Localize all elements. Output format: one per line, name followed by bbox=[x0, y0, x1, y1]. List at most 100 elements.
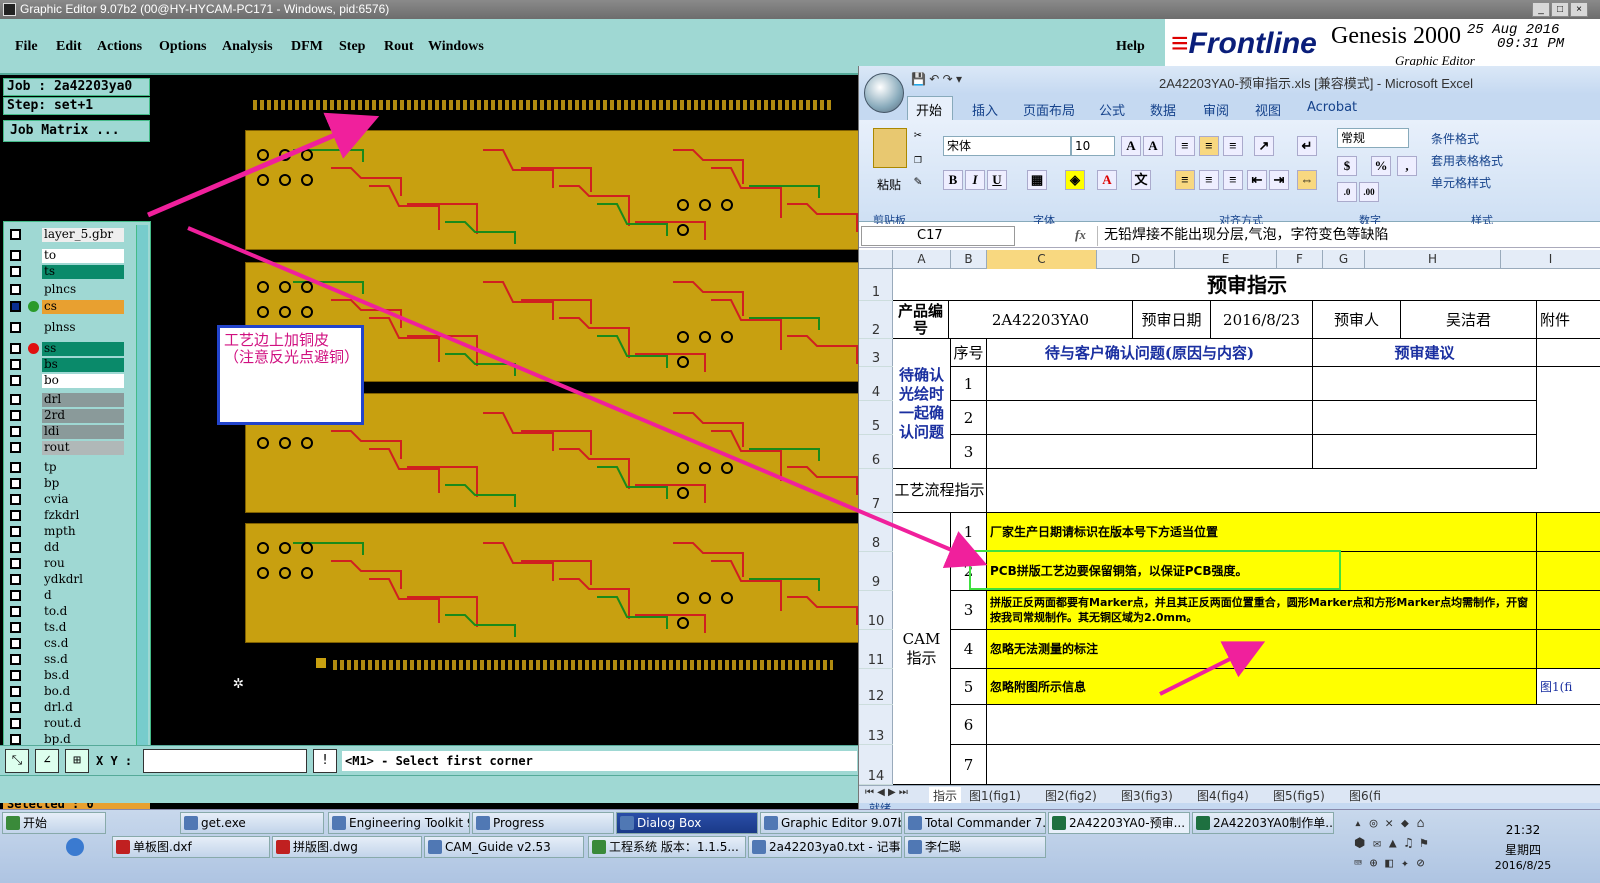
layer-row[interactable]: rou bbox=[6, 556, 124, 571]
date-label[interactable]: 预审日期 bbox=[1133, 301, 1211, 339]
row-header[interactable]: 12 bbox=[859, 669, 893, 705]
quick-access-icons[interactable]: 💾 ↶ ↷ ▾ bbox=[911, 72, 962, 86]
layer-checkbox[interactable] bbox=[10, 670, 21, 681]
paste-label[interactable]: 粘贴 bbox=[877, 176, 901, 193]
attach-label[interactable]: 附件 bbox=[1537, 301, 1600, 339]
seq-cell[interactable]: 1 bbox=[951, 367, 987, 401]
copy-icon[interactable]: ❐ bbox=[914, 152, 922, 167]
layer-checkbox[interactable] bbox=[10, 702, 21, 713]
layer-checkbox[interactable] bbox=[10, 510, 21, 521]
cam-item[interactable]: 忽略附图所示信息 bbox=[987, 669, 1537, 705]
issue-cell[interactable] bbox=[987, 435, 1313, 469]
row-header[interactable]: 8 bbox=[859, 513, 893, 552]
alert-icon[interactable]: ! bbox=[313, 749, 337, 773]
font-color-icon[interactable]: A bbox=[1097, 170, 1117, 190]
taskbar-item[interactable]: 工程系统 版本：1.1.5... bbox=[588, 836, 746, 858]
fx-icon[interactable]: fx bbox=[1075, 227, 1086, 243]
row-header[interactable]: 3 bbox=[859, 339, 893, 367]
bold-icon[interactable]: B bbox=[943, 170, 963, 190]
layer-row[interactable]: fzkdrl bbox=[6, 508, 124, 523]
sheet-title[interactable]: 预审指示 bbox=[893, 269, 1600, 301]
layer-checkbox[interactable] bbox=[10, 590, 21, 601]
merge-icon[interactable]: ⇔ bbox=[1297, 170, 1317, 190]
tab-formulas[interactable]: 公式 bbox=[1099, 100, 1125, 119]
layer-row[interactable]: cvia bbox=[6, 492, 124, 507]
menu-actions[interactable]: Actions bbox=[97, 39, 142, 55]
layer-row[interactable]: 2rd bbox=[6, 408, 124, 423]
increase-decimal-icon[interactable]: .0 bbox=[1337, 182, 1357, 202]
cam-num[interactable]: 6 bbox=[951, 705, 987, 745]
row-header[interactable]: 13 bbox=[859, 705, 893, 745]
row-header[interactable]: 9 bbox=[859, 552, 893, 591]
taskbar-item[interactable]: Dialog Box bbox=[616, 812, 758, 834]
row-header[interactable]: 5 bbox=[859, 401, 893, 435]
layer-row[interactable]: plncs bbox=[6, 282, 124, 297]
layer-checkbox[interactable] bbox=[10, 394, 21, 405]
layer-row[interactable]: ts bbox=[6, 264, 124, 279]
cell-styles-button[interactable]: 单元格样式 bbox=[1431, 174, 1491, 191]
row-header[interactable]: 14 bbox=[859, 745, 893, 785]
layer-row[interactable]: dd bbox=[6, 540, 124, 555]
indent-increase-icon[interactable]: ⇥ bbox=[1269, 170, 1289, 190]
issue-header[interactable]: 待与客户确认问题(原因与内容) bbox=[987, 339, 1313, 367]
tab-insert[interactable]: 插入 bbox=[972, 100, 998, 119]
taskbar-item[interactable]: CAM_Guide v2.53 bbox=[424, 836, 584, 858]
layer-row[interactable]: rout.d bbox=[6, 716, 124, 731]
zoom-fit-icon[interactable]: ⤡ bbox=[5, 749, 29, 773]
sheet-tab[interactable]: 图1(fig1) bbox=[969, 787, 1021, 804]
menu-edit[interactable]: Edit bbox=[56, 39, 82, 55]
indent-decrease-icon[interactable]: ⇤ bbox=[1247, 170, 1267, 190]
align-left-icon[interactable]: ≡ bbox=[1175, 170, 1195, 190]
layer-checkbox[interactable] bbox=[10, 266, 21, 277]
taskbar-item[interactable]: 单板图.dxf bbox=[112, 836, 270, 858]
layer-row[interactable]: ss.d bbox=[6, 652, 124, 667]
taskbar-item[interactable]: Graphic Editor 9.07b2 ... bbox=[760, 812, 902, 834]
select-all-corner[interactable] bbox=[859, 250, 893, 269]
layer-row[interactable]: to.d bbox=[6, 604, 124, 619]
confirm-label[interactable]: 待确认光绘时一起确认问题 bbox=[893, 339, 951, 469]
layer-checkbox[interactable] bbox=[10, 654, 21, 665]
tab-view[interactable]: 视图 bbox=[1255, 100, 1281, 119]
underline-icon[interactable]: U bbox=[987, 170, 1007, 190]
tab-page-layout[interactable]: 页面布局 bbox=[1023, 100, 1075, 119]
cam-empty[interactable] bbox=[987, 705, 1600, 745]
paste-icon[interactable] bbox=[873, 128, 907, 168]
layer-checkbox[interactable] bbox=[10, 606, 21, 617]
menu-analysis[interactable]: Analysis bbox=[222, 39, 273, 55]
cam-attach-cell[interactable] bbox=[1537, 513, 1600, 552]
layer-checkbox[interactable] bbox=[10, 301, 21, 312]
grid-icon[interactable]: ⊞ bbox=[65, 749, 89, 773]
seq-cell[interactable]: 2 bbox=[951, 401, 987, 435]
layer-checkbox[interactable] bbox=[10, 442, 21, 453]
shrink-font-icon[interactable]: A bbox=[1143, 136, 1163, 156]
layer-checkbox[interactable] bbox=[10, 322, 21, 333]
taskbar-item[interactable]: 2A42203YA0-预审... bbox=[1048, 812, 1190, 834]
taskbar-item[interactable]: Engineering Toolkit 9.... bbox=[328, 812, 470, 834]
column-header[interactable]: C bbox=[987, 250, 1097, 269]
column-header[interactable]: I bbox=[1501, 250, 1600, 269]
layer-checkbox[interactable] bbox=[10, 542, 21, 553]
sheet-nav-icons[interactable]: ⏮ ◀ ▶ ⏭ bbox=[865, 787, 908, 798]
column-header[interactable]: H bbox=[1365, 250, 1501, 269]
cam-label[interactable]: CAM指示 bbox=[893, 513, 951, 785]
menu-windows[interactable]: Windows bbox=[428, 39, 484, 55]
layer-row[interactable]: drl bbox=[6, 392, 124, 407]
currency-icon[interactable]: $ bbox=[1337, 156, 1357, 176]
sheet-tab[interactable]: 图2(fig2) bbox=[1045, 787, 1097, 804]
reviewer-label[interactable]: 预审人 bbox=[1313, 301, 1401, 339]
layer-row[interactable]: plnss bbox=[6, 320, 124, 335]
number-format-select[interactable]: 常规 bbox=[1337, 128, 1409, 148]
column-header[interactable]: B bbox=[951, 250, 987, 269]
wrap-text-icon[interactable]: ↵ bbox=[1297, 136, 1317, 156]
issue-cell[interactable] bbox=[987, 367, 1313, 401]
cam-num[interactable]: 1 bbox=[951, 513, 987, 552]
column-header[interactable]: G bbox=[1323, 250, 1365, 269]
percent-icon[interactable]: % bbox=[1371, 156, 1391, 176]
layer-checkbox[interactable] bbox=[10, 462, 21, 473]
measure-icon[interactable]: ∠ bbox=[35, 749, 59, 773]
align-center-icon[interactable]: ≡ bbox=[1199, 170, 1219, 190]
layer-row[interactable]: tp bbox=[6, 460, 124, 475]
column-header[interactable]: E bbox=[1175, 250, 1277, 269]
sheet-tab[interactable]: 图3(fig3) bbox=[1121, 787, 1173, 804]
menu-step[interactable]: Step bbox=[339, 39, 365, 55]
